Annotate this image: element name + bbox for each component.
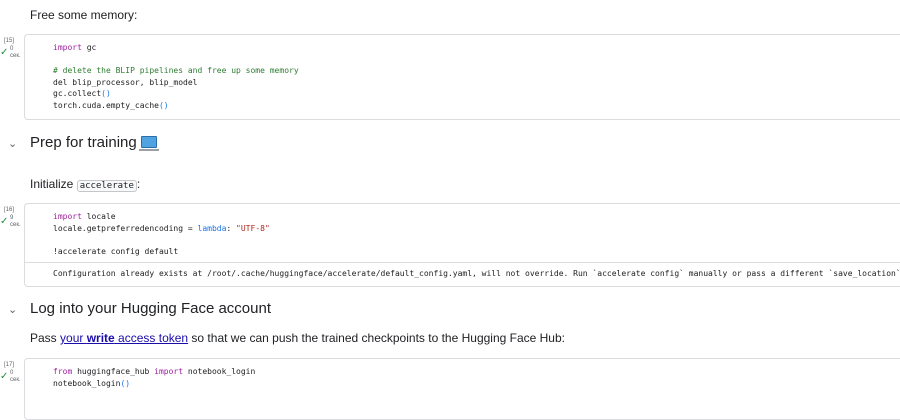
text-span: so that we can push the trained checkpoi… xyxy=(188,331,565,345)
code-token: notebook_login xyxy=(183,367,256,376)
exec-count: [16] xyxy=(4,207,15,213)
markdown-text-pass-token: Pass your write access token so that we … xyxy=(30,331,565,345)
code-token: : xyxy=(226,223,237,233)
code-token: () xyxy=(101,89,111,98)
text-span: Pass xyxy=(30,331,61,345)
section-heading-prep: Prep for training xyxy=(30,134,159,151)
keyword: from xyxy=(53,367,73,376)
code-token: notebook_login xyxy=(53,378,121,388)
code-token: torch.cuda.empty_cache xyxy=(53,100,159,110)
chevron-down-icon[interactable]: ⌄ xyxy=(8,303,17,316)
code-token: huggingface_hub xyxy=(72,367,155,376)
code-line: !accelerate config default xyxy=(53,246,179,256)
code-editor[interactable]: import gc # delete the BLIP pipelines an… xyxy=(53,42,299,111)
link-text-bold: write xyxy=(86,331,115,345)
code-comment: # delete the BLIP pipelines and free up … xyxy=(53,66,299,75)
exec-time-unit: сек. xyxy=(10,377,21,383)
check-icon: ✓ xyxy=(0,216,9,227)
exec-time-unit: сек. xyxy=(10,53,21,59)
chevron-down-icon[interactable]: ⌄ xyxy=(8,137,17,150)
code-token: gc xyxy=(81,43,97,52)
section-heading-login: Log into your Hugging Face account xyxy=(30,300,271,317)
link-text: your xyxy=(60,331,87,345)
code-token: locale.getpreferredencoding = xyxy=(53,223,198,233)
code-token: locale xyxy=(81,212,116,221)
code-cell-15[interactable]: import gc # delete the BLIP pipelines an… xyxy=(24,34,900,120)
link-text: access token xyxy=(114,331,189,345)
output-divider xyxy=(25,262,900,263)
exec-time: 9 xyxy=(10,215,14,221)
exec-time: 0 xyxy=(10,46,14,52)
text-span: Initialize xyxy=(30,177,77,191)
keyword: lambda xyxy=(197,223,227,233)
code-editor[interactable]: from huggingface_hub import notebook_log… xyxy=(53,366,255,389)
code-token: () xyxy=(120,378,131,388)
code-line: del blip_processor, blip_model xyxy=(53,77,198,87)
exec-count: [15] xyxy=(4,38,15,44)
exec-time: 0 xyxy=(10,370,14,376)
text-span: : xyxy=(136,177,141,191)
cell-output: Configuration already exists at /root/.c… xyxy=(53,269,900,278)
exec-time-unit: сек. xyxy=(10,222,21,228)
inline-code: accelerate xyxy=(76,180,137,192)
markdown-text-initialize: Initialize accelerate: xyxy=(30,177,141,192)
cell-gutter-16: [16] ✓ 9 сек. xyxy=(0,207,24,237)
keyword: import xyxy=(154,367,184,376)
code-token: gc.collect xyxy=(53,89,102,98)
check-icon: ✓ xyxy=(0,371,9,382)
laptop-icon xyxy=(138,136,159,151)
access-token-link[interactable]: your write access token xyxy=(60,331,188,345)
cell-gutter-17: [17] ✓ 0 сек. xyxy=(0,362,24,392)
code-cell-16[interactable]: import locale locale.getpreferredencodin… xyxy=(24,203,900,287)
keyword: import xyxy=(53,43,82,52)
keyword: import xyxy=(53,212,82,221)
code-token: () xyxy=(158,100,169,110)
code-editor[interactable]: import locale locale.getpreferredencodin… xyxy=(53,211,270,257)
heading-text: Prep for training xyxy=(30,134,137,151)
string-literal: "UTF-8" xyxy=(236,223,270,233)
code-cell-17[interactable]: from huggingface_hub import notebook_log… xyxy=(24,358,900,420)
markdown-text-free-memory: Free some memory: xyxy=(30,8,138,22)
check-icon: ✓ xyxy=(0,47,9,58)
exec-count: [17] xyxy=(4,362,15,368)
cell-gutter-15: [15] ✓ 0 сек. xyxy=(0,38,24,68)
